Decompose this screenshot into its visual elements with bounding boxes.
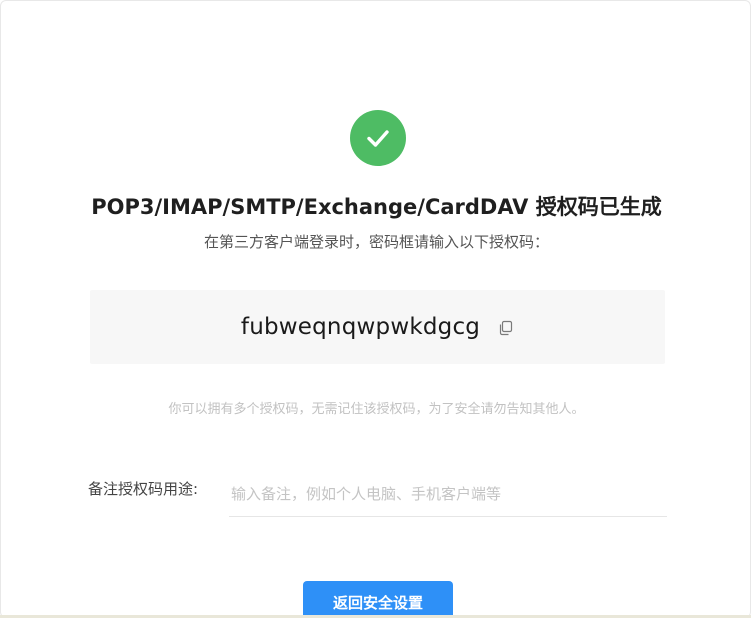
- copy-icon[interactable]: [498, 320, 514, 336]
- dialog-title: POP3/IMAP/SMTP/Exchange/CardDAV 授权码已生成: [91, 195, 662, 219]
- security-hint: 你可以拥有多个授权码，无需记住该授权码，为了安全请勿告知其他人。: [168, 402, 585, 417]
- check-mark-icon: [367, 130, 389, 147]
- auth-code-box: fubweqnqwpwkdgcg: [90, 290, 665, 364]
- auth-code-text[interactable]: fubweqnqwpwkdgcg: [241, 314, 480, 340]
- back-to-security-settings-button[interactable]: 返回安全设置: [303, 581, 453, 617]
- dialog-subtitle: 在第三方客户端登录时，密码框请输入以下授权码：: [203, 233, 549, 251]
- auth-code-dialog: POP3/IMAP/SMTP/Exchange/CardDAV 授权码已生成 在…: [0, 0, 751, 618]
- remark-label: 备注授权码用途:: [88, 480, 199, 498]
- check-circle-icon: [350, 110, 406, 166]
- remark-input[interactable]: [229, 471, 667, 517]
